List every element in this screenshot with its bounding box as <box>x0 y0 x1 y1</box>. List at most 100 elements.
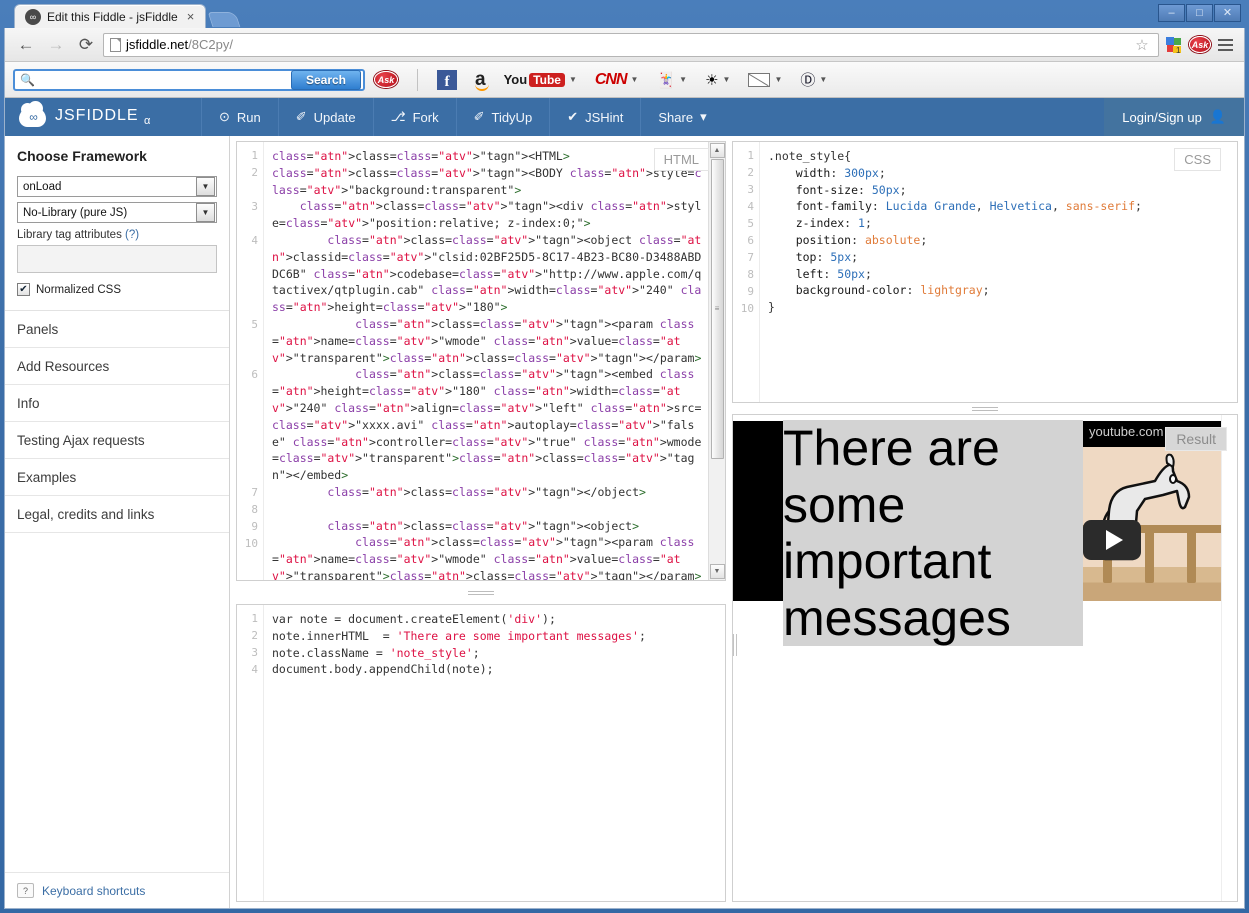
grip-icon: ≡ <box>714 304 720 314</box>
tab-title: Edit this Fiddle - jsFiddle <box>47 9 178 24</box>
css-editor-panel[interactable]: CSS 1 2 3 4 5 6 7 8 9 10 .note_style{ width: 300p… <box>732 141 1238 403</box>
minimize-button[interactable]: – <box>1158 4 1185 22</box>
bookmark-weather[interactable]: ☀ ▼ <box>696 66 739 94</box>
sidebar-item-info[interactable]: Info <box>5 385 229 422</box>
left-column-splitter[interactable] <box>236 587 726 598</box>
chevron-down-icon[interactable]: ▼ <box>679 75 687 84</box>
scrollbar-thumb[interactable]: ≡ <box>710 159 724 459</box>
playing-cards-icon: 🃏 <box>656 71 676 89</box>
chevron-down-icon[interactable]: ▼ <box>196 177 215 196</box>
close-tab-icon[interactable]: × <box>184 9 198 24</box>
sidebar-item-panels[interactable]: Panels <box>5 311 229 348</box>
jsfiddle-main: Choose Framework onLoad ▼ No-Library (pu… <box>5 136 1244 908</box>
html-scrollbar[interactable]: ▲ ≡ ▼ <box>708 142 725 580</box>
sidebar-filler <box>5 533 229 872</box>
jshint-button[interactable]: ✔ JSHint <box>549 98 640 136</box>
chevron-down-icon[interactable]: ▼ <box>631 75 639 84</box>
normalized-css-row[interactable]: ✔ Normalized CSS <box>17 283 217 296</box>
normalized-css-label: Normalized CSS <box>36 283 121 296</box>
back-icon[interactable]: ← <box>13 32 39 58</box>
sidebar: Choose Framework onLoad ▼ No-Library (pu… <box>5 136 230 908</box>
chevron-down-icon[interactable]: ▼ <box>723 75 731 84</box>
bookmark-facebook[interactable]: f <box>428 66 466 94</box>
chevron-down-icon[interactable]: ▼ <box>196 203 215 222</box>
framework-library-value: No-Library (pure JS) <box>23 206 128 219</box>
browser-tab[interactable]: ∞ Edit this Fiddle - jsFiddle × <box>14 4 207 28</box>
javascript-code-content[interactable]: var note = document.createElement('div')… <box>264 605 725 901</box>
address-bar[interactable]: jsfiddle.net/8C2py/ ☆ <box>103 32 1159 57</box>
login-label: Login/Sign up <box>1122 109 1202 125</box>
youtube-you-text: You <box>503 72 528 87</box>
css-code-content[interactable]: .note_style{ width: 300px; font-size: 50… <box>760 142 1237 402</box>
update-button[interactable]: ✐ Update <box>277 98 373 136</box>
youtube-play-button[interactable] <box>1083 520 1141 560</box>
title-bar: ∞ Edit this Fiddle - jsFiddle × – □ ✕ <box>4 0 1245 28</box>
sidebar-item-label: Legal, credits and links <box>17 506 155 522</box>
jsfiddle-favicon-icon: ∞ <box>25 8 41 25</box>
chevron-down-icon[interactable]: ▼ <box>819 75 827 84</box>
close-window-button[interactable]: ✕ <box>1214 4 1241 22</box>
chrome-menu-icon[interactable] <box>1215 36 1236 54</box>
bookmark-games[interactable]: 🃏 ▼ <box>647 66 696 94</box>
search-input[interactable] <box>34 71 291 88</box>
extension-icon[interactable]: 1 <box>1163 34 1185 56</box>
sidebar-item-examples[interactable]: Examples <box>5 459 229 496</box>
sidebar-item-label: Panels <box>17 321 59 337</box>
ask-toolbar-icon[interactable]: Ask <box>1189 34 1211 56</box>
sidebar-item-label: Testing Ajax requests <box>17 432 145 448</box>
ask-brand-icon[interactable]: Ask <box>365 66 407 94</box>
result-resize-grip[interactable] <box>733 633 737 656</box>
keyboard-shortcuts-row[interactable]: ? Keyboard shortcuts <box>5 872 229 908</box>
html-editor-panel[interactable]: HTML 123456789101112131415161718 class="… <box>236 141 726 581</box>
html-code-content[interactable]: class="atn">class=class="atv">"tagn"><HT… <box>264 142 708 580</box>
ask-search-box[interactable]: 🔍 Search <box>13 68 365 91</box>
maximize-button[interactable]: □ <box>1186 4 1213 22</box>
tidyup-button[interactable]: ✐ TidyUp <box>455 98 550 136</box>
bookmark-cnn[interactable]: CNN ▼ <box>586 66 648 94</box>
logo-label: JSFIDDLE <box>55 106 139 124</box>
minimize-icon: – <box>1168 6 1175 19</box>
result-panel[interactable]: Result youtube.com There are some import… <box>732 414 1238 902</box>
javascript-editor-panel[interactable]: 1234 var note = document.createElement('… <box>236 604 726 902</box>
framework-library-select[interactable]: No-Library (pure JS) ▼ <box>17 202 217 223</box>
browser-content: ← → ⟳ jsfiddle.net/8C2py/ ☆ 1 Ask 🔍 Sear… <box>4 28 1245 909</box>
maximize-icon: □ <box>1196 6 1203 19</box>
login-signup-button[interactable]: Login/Sign up 👤 <box>1104 98 1244 136</box>
library-tag-attributes-input[interactable] <box>17 245 217 273</box>
ask-toolbar: 🔍 Search Ask f a You Tube ▼ CNN ▼ 🃏 ▼ ☀ … <box>5 62 1244 98</box>
normalized-css-checkbox[interactable]: ✔ <box>17 283 30 296</box>
note-style-div: There are some important messages <box>783 420 1083 646</box>
right-column-splitter[interactable] <box>732 403 1238 414</box>
jsfiddle-logo[interactable]: ∞ JSFIDDLE α <box>5 98 201 136</box>
fork-button[interactable]: ⎇ Fork <box>372 98 456 136</box>
navigation-bar: ← → ⟳ jsfiddle.net/8C2py/ ☆ 1 Ask <box>5 28 1244 62</box>
bookmark-amazon[interactable]: a <box>466 66 495 94</box>
bookmark-mail[interactable]: ▼ <box>739 66 791 94</box>
lib-attrs-help-link[interactable]: (?) <box>125 229 139 241</box>
result-scrollbar[interactable] <box>1221 415 1237 901</box>
sidebar-item-legal-credits-and-links[interactable]: Legal, credits and links <box>5 496 229 533</box>
chevron-down-icon[interactable]: ▼ <box>774 75 782 84</box>
bookmark-star-icon[interactable]: ☆ <box>1132 35 1152 55</box>
search-button[interactable]: Search <box>290 69 361 90</box>
scroll-up-icon[interactable]: ▲ <box>709 143 725 158</box>
chevron-down-icon[interactable]: ▼ <box>569 75 577 84</box>
run-button[interactable]: ⊙ Run <box>201 98 278 136</box>
run-label: Run <box>236 109 261 125</box>
bookmark-dogpile[interactable]: Ⓓ ▼ <box>791 66 836 94</box>
chevron-down-icon: ▾ <box>700 109 707 124</box>
youtube-tube-text: Tube <box>529 72 565 87</box>
sidebar-item-add-resources[interactable]: Add Resources <box>5 348 229 385</box>
reload-icon[interactable]: ⟳ <box>73 32 99 58</box>
share-button[interactable]: Share ▾ <box>640 98 723 136</box>
new-tab-button[interactable] <box>207 12 241 27</box>
share-label: Share <box>658 109 694 125</box>
scroll-down-icon[interactable]: ▼ <box>709 564 725 579</box>
bookmark-youtube[interactable]: You Tube ▼ <box>495 66 586 94</box>
lib-attrs-text: Library tag attributes <box>17 229 122 241</box>
sun-cloud-icon: ☀ <box>705 71 719 89</box>
keyboard-shortcuts-link[interactable]: Keyboard shortcuts <box>42 884 145 898</box>
forward-icon[interactable]: → <box>43 32 69 58</box>
sidebar-item-testing-ajax-requests[interactable]: Testing Ajax requests <box>5 422 229 459</box>
framework-load-select[interactable]: onLoad ▼ <box>17 176 217 197</box>
